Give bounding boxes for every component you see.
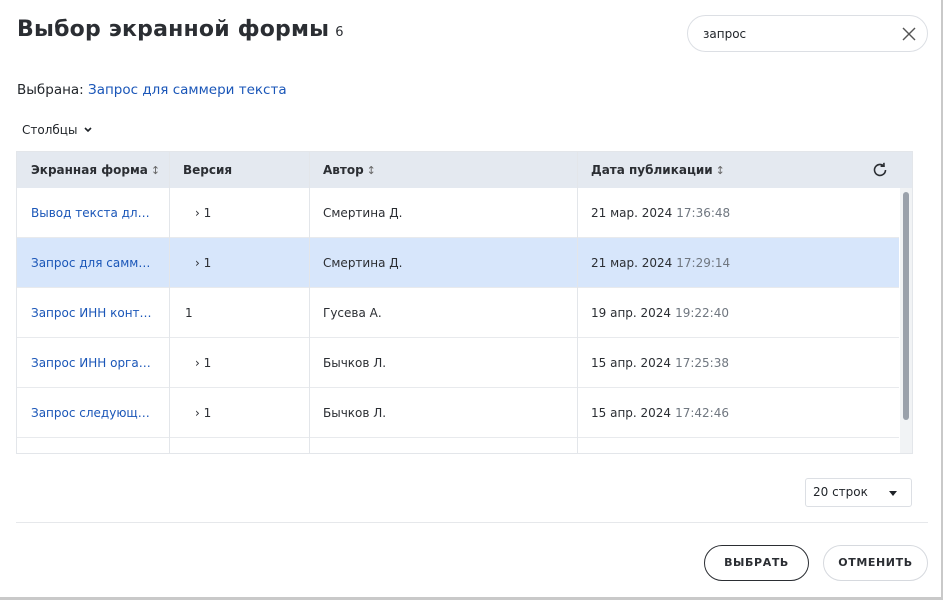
table-body: Вывод текста для … › 1 Смертина Д. 21 ма…	[17, 188, 899, 453]
chevron-down-icon	[84, 127, 93, 133]
cell-date: 15 апр. 2024 17:42:46	[591, 388, 891, 438]
cell-date: 15 апр. 2024 17:25:38	[591, 338, 891, 388]
table-row[interactable]: Запрос следующе… › 1 Бычков Л. 15 апр. 2…	[17, 388, 899, 438]
cell-author: Смертина Д.	[323, 206, 403, 220]
date-value: 21 мар. 2024	[591, 206, 673, 220]
table-row[interactable]: Запрос ИНН контр… 1 Гусева А. 19 апр. 20…	[17, 288, 899, 338]
dialog-title-text: Выбор экранной формы	[17, 17, 330, 42]
rows-per-page-select[interactable]: 20 строк	[805, 478, 912, 507]
cell-author: Бычков Л.	[323, 356, 387, 370]
cell-date: 21 мар. 2024 17:29:14	[591, 238, 891, 288]
header-author[interactable]: Автор ↕	[309, 152, 577, 188]
table-scrollbar[interactable]	[900, 188, 912, 453]
header-form-label: Экранная форма	[31, 163, 148, 177]
header-author-label: Автор	[323, 163, 364, 177]
date-value: 15 апр. 2024	[591, 406, 672, 420]
cell-form-name[interactable]: Запрос ИНН орган…	[31, 338, 156, 388]
cell-version: › 1	[185, 338, 305, 388]
search-box	[687, 15, 928, 52]
cell-date: 19 апр. 2024 19:22:40	[591, 288, 891, 338]
cell-author: Смертина Д.	[323, 256, 403, 270]
date-value: 19 апр. 2024	[591, 306, 672, 320]
expand-chevron-icon[interactable]: ›	[195, 206, 200, 220]
expand-chevron-icon[interactable]: ›	[195, 406, 200, 420]
select-button[interactable]: ВЫБРАТЬ	[704, 545, 809, 581]
selected-form-info: Выбрана: Запрос для саммери текста	[17, 82, 287, 98]
time-value: 17:25:38	[675, 356, 729, 370]
dialog-title: Выбор экранной формы 6	[17, 17, 344, 42]
expand-chevron-icon[interactable]: ›	[195, 256, 200, 270]
cell-date: 21 мар. 2024 17:36:48	[591, 188, 891, 238]
search-input[interactable]	[703, 25, 893, 43]
cell-form-name[interactable]: Запрос для самме…	[31, 238, 156, 288]
version-value: 1	[203, 206, 212, 220]
header-version: Версия	[169, 152, 309, 188]
time-value: 17:42:46	[675, 406, 729, 420]
rows-per-page-value: 20 строк	[813, 485, 868, 499]
date-value: 15 апр. 2024	[591, 356, 672, 370]
header-date-label: Дата публикации	[591, 163, 713, 177]
column-divider	[169, 152, 170, 453]
result-count: 6	[335, 25, 344, 40]
cell-version: › 1	[185, 188, 305, 238]
forms-table: Экранная форма ↕ Версия Автор ↕ Дата публи…	[16, 151, 913, 454]
header-form[interactable]: Экранная форма ↕	[17, 152, 169, 188]
version-value: 1	[203, 256, 212, 270]
header-date[interactable]: Дата публикации ↕	[577, 152, 837, 188]
columns-button[interactable]: Столбцы	[22, 123, 93, 137]
caret-down-icon	[889, 491, 897, 496]
sort-icon[interactable]: ↕	[716, 164, 725, 177]
cell-version: › 1	[185, 238, 305, 288]
cell-form-name[interactable]: Запрос ИНН контр…	[31, 288, 156, 338]
column-divider	[309, 152, 310, 453]
sort-icon[interactable]: ↕	[151, 164, 160, 177]
selected-form-link[interactable]: Запрос для саммери текста	[88, 82, 287, 98]
table-row[interactable]: Запрос ИНН орган… › 1 Бычков Л. 15 апр. …	[17, 338, 899, 388]
header-version-label: Версия	[183, 163, 233, 177]
cell-form-name[interactable]: Вывод текста для …	[31, 188, 156, 238]
version-value: 1	[203, 406, 212, 420]
cell-form-name[interactable]: Запрос следующе…	[31, 388, 156, 438]
time-value: 19:22:40	[675, 306, 729, 320]
table-row-partial[interactable]	[17, 438, 899, 453]
date-value: 21 мар. 2024	[591, 256, 673, 270]
table-row-selected[interactable]: Запрос для самме… › 1 Смертина Д. 21 мар…	[17, 238, 899, 288]
time-value: 17:29:14	[676, 256, 731, 270]
cell-version: 1	[185, 288, 305, 338]
time-value: 17:36:48	[676, 206, 731, 220]
cell-author: Гусева А.	[323, 306, 382, 320]
scrollbar-thumb[interactable]	[903, 192, 909, 420]
refresh-icon[interactable]	[871, 161, 889, 179]
column-divider	[577, 152, 578, 453]
expand-chevron-icon[interactable]: ›	[195, 356, 200, 370]
select-form-dialog: Выбор экранной формы 6 Выбрана: Запрос дл…	[0, 0, 943, 600]
cell-author: Бычков Л.	[323, 406, 387, 420]
cancel-button[interactable]: ОТМЕНИТЬ	[823, 545, 928, 581]
table-header: Экранная форма ↕ Версия Автор ↕ Дата публи…	[17, 152, 912, 188]
cell-version: › 1	[185, 388, 305, 438]
sort-icon[interactable]: ↕	[367, 164, 376, 177]
version-value: 1	[185, 306, 193, 320]
close-icon[interactable]	[900, 25, 918, 43]
table-row[interactable]: Вывод текста для … › 1 Смертина Д. 21 ма…	[17, 188, 899, 238]
columns-button-label: Столбцы	[22, 123, 78, 137]
version-value: 1	[203, 356, 212, 370]
selected-label: Выбрана:	[17, 82, 84, 98]
footer-divider	[16, 522, 928, 523]
